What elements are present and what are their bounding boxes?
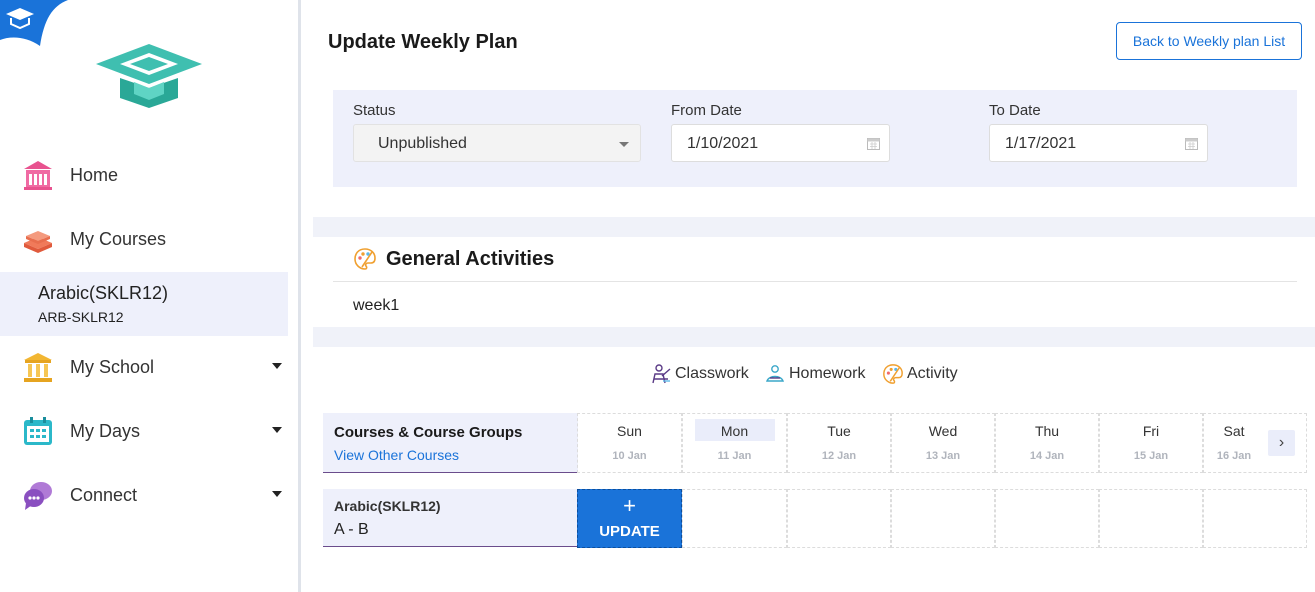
- day-date: 14 Jan: [1029, 450, 1065, 462]
- view-other-courses-link[interactable]: View Other Courses: [334, 447, 459, 463]
- day-name: Wed: [928, 423, 958, 439]
- legend-label: Homework: [789, 365, 866, 382]
- day-header-sun: Sun 10 Jan: [577, 413, 682, 473]
- plan-cell-tue[interactable]: [787, 489, 891, 548]
- divider: [333, 281, 1297, 282]
- calendar-icon[interactable]: [867, 137, 880, 150]
- calendar-icon[interactable]: [1185, 137, 1198, 150]
- back-to-list-button[interactable]: Back to Weekly plan List: [1116, 22, 1302, 60]
- chevron-down-icon[interactable]: [272, 491, 282, 497]
- to-date-value: 1/17/2021: [1005, 135, 1077, 152]
- plan-cell-sat[interactable]: [1203, 489, 1307, 548]
- day-date: 16 Jan: [1216, 450, 1252, 462]
- courses-header-cell: Courses & Course Groups View Other Cours…: [323, 413, 578, 473]
- main-content: Update Weekly Plan Back to Weekly plan L…: [313, 0, 1315, 592]
- course-row-section: A - B: [334, 521, 369, 538]
- day-name: Sun: [617, 423, 642, 439]
- from-date-value: 1/10/2021: [687, 135, 759, 152]
- section-separator: [313, 327, 1315, 347]
- from-date-input[interactable]: 1/10/2021: [671, 124, 890, 162]
- day-header-mon: Mon 11 Jan: [682, 413, 787, 473]
- day-date: 10 Jan: [612, 450, 647, 462]
- sidebar-subitem-active-course[interactable]: Arabic(SKLR12) ARB-SKLR12: [0, 272, 288, 336]
- palette-icon: [354, 248, 376, 270]
- next-week-button[interactable]: ›: [1268, 430, 1295, 456]
- plan-cell-thu[interactable]: [995, 489, 1099, 548]
- legend-item-homework: Homework: [764, 362, 865, 386]
- school-columns-icon: [24, 353, 52, 382]
- day-header-fri: Fri 15 Jan: [1099, 413, 1203, 473]
- day-date: 12 Jan: [821, 450, 857, 462]
- course-row-name: Arabic(SKLR12): [334, 498, 441, 514]
- sidebar-item-home[interactable]: Home: [0, 145, 298, 205]
- day-name: Tue: [827, 423, 851, 439]
- sidebar-item-my-days[interactable]: My Days: [0, 401, 298, 461]
- page-title: Update Weekly Plan: [328, 31, 518, 53]
- legend-label: Activity: [907, 365, 958, 382]
- chevron-down-icon[interactable]: [272, 427, 282, 433]
- activity-icon: [883, 364, 903, 384]
- day-date: 15 Jan: [1133, 450, 1169, 462]
- course-code: ARB-SKLR12: [38, 309, 124, 325]
- status-value: Unpublished: [378, 135, 467, 152]
- update-label: UPDATE: [599, 523, 660, 540]
- homework-icon: [766, 365, 784, 382]
- school-building-icon: [24, 161, 52, 190]
- sidebar-item-label: My School: [70, 356, 155, 377]
- plan-cell-mon[interactable]: [682, 489, 787, 548]
- general-activities-text: week1: [353, 297, 400, 314]
- status-select[interactable]: Unpublished: [353, 124, 641, 162]
- legend-label: Classwork: [675, 365, 749, 382]
- update-button[interactable]: + UPDATE: [577, 489, 682, 548]
- sidebar-item-my-courses[interactable]: My Courses: [0, 209, 298, 269]
- calendar-icon: [24, 417, 52, 445]
- to-date-label: To Date: [989, 102, 1041, 119]
- day-name: Mon: [720, 423, 749, 439]
- status-label: Status: [353, 102, 396, 119]
- to-date-input[interactable]: 1/17/2021: [989, 124, 1208, 162]
- day-header-wed: Wed 13 Jan: [891, 413, 995, 473]
- general-activities-title: General Activities: [386, 248, 555, 270]
- plan-cell-fri[interactable]: [1099, 489, 1203, 548]
- day-header-tue: Tue 12 Jan: [787, 413, 891, 473]
- day-header-thu: Thu 14 Jan: [995, 413, 1099, 473]
- classwork-icon: [652, 364, 671, 384]
- plan-cell-wed[interactable]: [891, 489, 995, 548]
- chevron-down-icon[interactable]: [272, 363, 282, 369]
- courses-header-title: Courses & Course Groups: [334, 424, 523, 441]
- day-date: 11 Jan: [717, 450, 752, 462]
- day-name: Fri: [1142, 423, 1160, 439]
- from-date-label: From Date: [671, 102, 742, 119]
- school-logo-icon: [96, 44, 202, 108]
- sidebar-item-label: My Courses: [70, 228, 167, 249]
- books-icon: [24, 231, 52, 253]
- sidebar-item-connect[interactable]: Connect: [0, 465, 298, 525]
- section-separator: [313, 217, 1315, 237]
- sidebar-item-label: Home: [70, 164, 119, 185]
- sidebar-item-my-school[interactable]: My School: [0, 337, 298, 397]
- app-corner-icon[interactable]: [0, 0, 68, 46]
- sidebar-item-label: My Days: [70, 420, 141, 441]
- legend-item-activity: Activity: [882, 362, 958, 386]
- filter-panel: Status Unpublished From Date 1/10/2021 T…: [333, 90, 1297, 187]
- dropdown-arrow-icon: [619, 142, 629, 147]
- day-date: 13 Jan: [925, 450, 961, 462]
- legend-item-classwork: Classwork: [650, 362, 749, 386]
- chat-bubbles-icon: [24, 482, 52, 510]
- day-name: Thu: [1034, 423, 1060, 439]
- sidebar: Home My Courses Arabic(SKLR12) ARB-SKLR1…: [0, 0, 298, 592]
- course-row-header: Arabic(SKLR12) A - B: [323, 489, 578, 547]
- sidebar-item-label: Connect: [70, 484, 138, 505]
- day-name: Sat: [1223, 423, 1245, 439]
- plus-icon: +: [623, 493, 636, 518]
- sidebar-divider: [298, 0, 301, 592]
- course-title: Arabic(SKLR12): [38, 283, 169, 303]
